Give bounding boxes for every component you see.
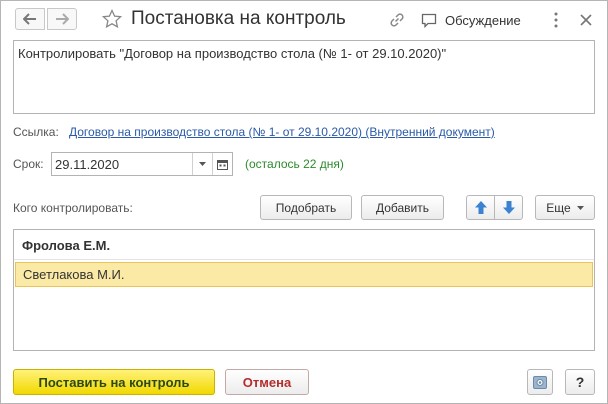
- discussion-button[interactable]: Обсуждение: [421, 9, 521, 31]
- help-button[interactable]: ?: [565, 369, 595, 395]
- move-down-button[interactable]: [494, 195, 523, 220]
- title-bar: Постановка на контроль Обсуждение: [1, 1, 607, 39]
- list-header: Фролова Е.М.: [14, 230, 594, 260]
- chat-icon: [421, 13, 437, 28]
- more-actions-button[interactable]: [549, 9, 563, 31]
- add-button[interactable]: Добавить: [361, 195, 444, 220]
- deadline-dropdown-button[interactable]: [192, 153, 212, 175]
- star-icon: [102, 9, 122, 29]
- description-textarea[interactable]: Контролировать "Договор на производство …: [13, 40, 595, 114]
- camera-button[interactable]: [527, 369, 553, 395]
- pick-button[interactable]: Подобрать: [260, 195, 352, 220]
- copy-link-button[interactable]: [386, 9, 408, 31]
- deadline-label: Срок:: [13, 157, 44, 171]
- forward-button[interactable]: [47, 8, 77, 30]
- list-item[interactable]: Светлакова М.И.: [15, 262, 593, 287]
- chevron-down-icon: [576, 205, 584, 210]
- close-icon: [580, 14, 592, 26]
- link-icon: [390, 13, 404, 27]
- dialog-window: Постановка на контроль Обсуждение Контро…: [0, 0, 608, 404]
- more-vertical-icon: [554, 12, 558, 28]
- deadline-field: [51, 152, 233, 176]
- calendar-button[interactable]: [212, 153, 232, 175]
- submit-button[interactable]: Поставить на контроль: [13, 369, 215, 395]
- reference-link[interactable]: Договор на производство стола (№ 1- от 2…: [69, 125, 495, 139]
- calendar-icon: [217, 159, 228, 170]
- move-up-button[interactable]: [466, 195, 495, 220]
- window-title: Постановка на контроль: [131, 8, 346, 29]
- controllers-list[interactable]: Фролова Е.М. Светлакова М.И.: [13, 229, 595, 351]
- cancel-button[interactable]: Отмена: [225, 369, 309, 395]
- deadline-input[interactable]: [52, 153, 192, 175]
- back-button[interactable]: [15, 8, 45, 30]
- camera-icon: [533, 375, 547, 389]
- controllers-label: Кого контролировать:: [13, 201, 133, 215]
- remaining-days: (осталось 22 дня): [245, 157, 344, 171]
- arrow-left-icon: [23, 13, 36, 25]
- more-menu-label: Еще: [546, 200, 571, 215]
- discussion-label: Обсуждение: [445, 12, 521, 28]
- more-menu-button[interactable]: Еще: [535, 195, 595, 220]
- reference-label: Ссылка:: [13, 125, 59, 139]
- arrow-down-icon: [502, 201, 515, 214]
- arrow-right-icon: [56, 13, 69, 25]
- arrow-up-icon: [474, 201, 487, 214]
- close-button[interactable]: [575, 9, 597, 31]
- chevron-down-icon: [199, 162, 206, 166]
- favorite-button[interactable]: [101, 7, 123, 31]
